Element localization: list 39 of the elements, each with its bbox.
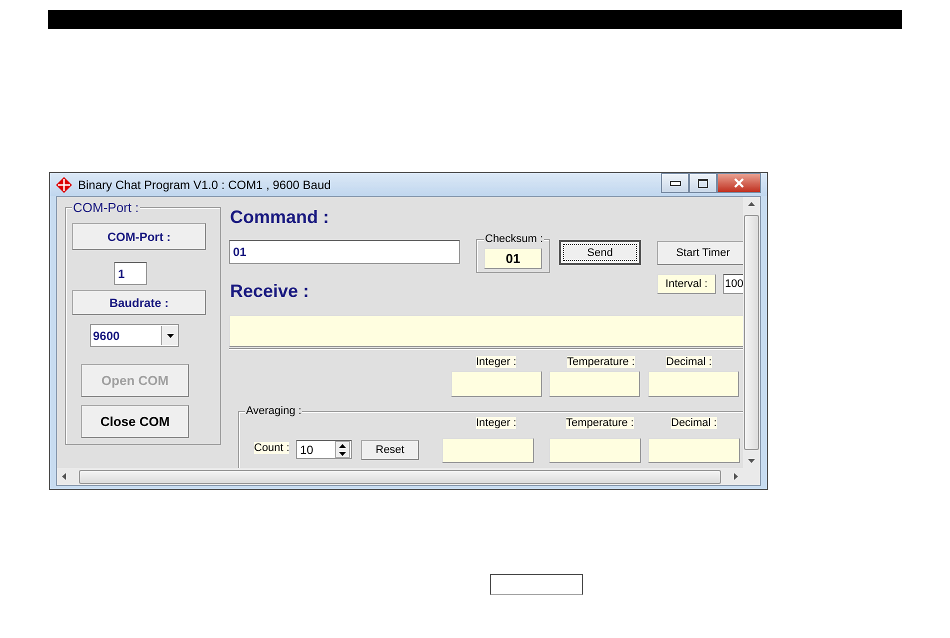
right-arrow-icon[interactable]	[734, 473, 738, 480]
baudrate-dropdown[interactable]: 9600	[90, 324, 179, 347]
command-field[interactable]: 01	[229, 240, 460, 264]
interval-label: Interval :	[657, 274, 716, 294]
checksum-label: Checksum :	[484, 233, 544, 245]
maximize-button[interactable]	[689, 173, 717, 193]
minimize-button[interactable]	[661, 173, 689, 193]
close-com-button[interactable]: Close COM	[81, 405, 189, 438]
output-label: Decimal :	[666, 356, 712, 368]
port-field[interactable]: 1	[114, 262, 147, 285]
count-spinner[interactable]: 10	[296, 440, 352, 459]
spin-arrows-icon[interactable]	[339, 442, 346, 456]
horizontal-scrollbar[interactable]	[57, 468, 760, 485]
start-timer-button[interactable]: Start Timer	[657, 241, 743, 265]
com-port-button[interactable]: COM-Port :	[72, 223, 206, 250]
output-label: Integer :	[476, 356, 516, 368]
up-arrow-icon[interactable]	[748, 202, 755, 206]
output-label: Temperature :	[567, 356, 635, 368]
receive-heading: Receive :	[230, 281, 310, 302]
checksum-value: 01	[484, 248, 542, 269]
down-arrow-icon[interactable]	[748, 459, 755, 463]
interval-field[interactable]: 100	[723, 274, 743, 294]
caret-icon[interactable]	[166, 334, 174, 338]
diamond-crosshair-icon	[56, 176, 72, 192]
output-label: Temperature :	[566, 417, 634, 429]
send-button[interactable]: Send	[559, 240, 641, 265]
close-button[interactable]	[717, 173, 761, 193]
group-title: Averaging :	[245, 405, 302, 417]
group-title: COM-Port :	[72, 200, 140, 215]
output-label: Integer :	[476, 417, 516, 429]
reset-button[interactable]: Reset	[361, 440, 419, 460]
baudrate-button[interactable]: Baudrate :	[72, 290, 206, 315]
close-icon	[733, 178, 745, 188]
command-heading: Command :	[230, 207, 329, 228]
left-arrow-icon[interactable]	[62, 473, 66, 480]
vertical-scrollbar[interactable]	[743, 197, 760, 468]
output-label: Decimal :	[671, 417, 717, 429]
window-title: Binary Chat Program V1.0 : COM1 , 9600 Baud	[78, 178, 331, 192]
count-label: Count :	[254, 442, 290, 454]
